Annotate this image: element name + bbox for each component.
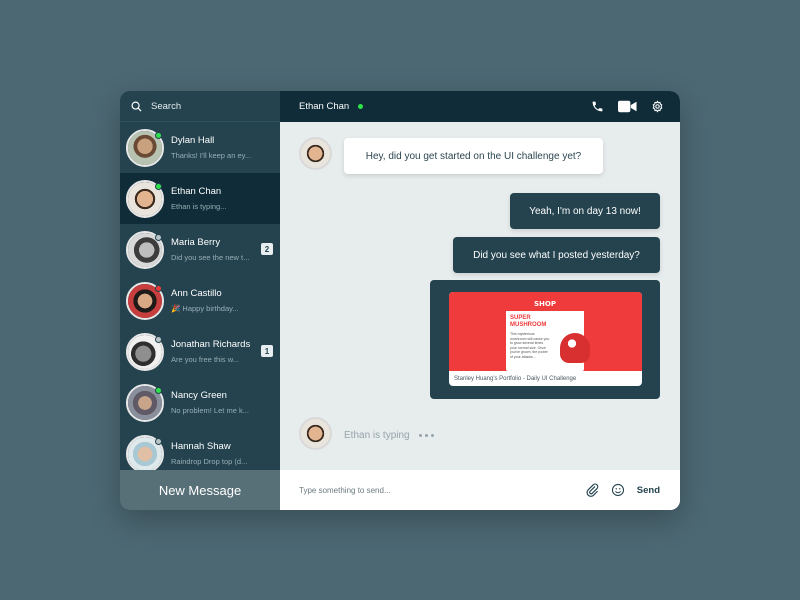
contact-preview: Are you free this w... bbox=[171, 355, 239, 364]
avatar bbox=[126, 128, 164, 167]
paperclip-icon[interactable] bbox=[585, 483, 599, 497]
new-message-button[interactable]: New Message bbox=[120, 470, 280, 510]
status-dot bbox=[155, 386, 162, 394]
contact-name: Hannah Shaw bbox=[171, 441, 231, 452]
contact-jonathan-richards[interactable]: Jonathan Richards Are you free this w...… bbox=[120, 326, 280, 377]
avatar bbox=[299, 137, 332, 170]
link-preview-caption: Stanley Huang's Portfolio - Daily UI Cha… bbox=[454, 376, 577, 382]
messenger-window: Search Dylan Hall Thanks! I'll keep an e… bbox=[120, 91, 680, 510]
typing-dots bbox=[418, 434, 434, 437]
contact-ethan-chan[interactable]: Ethan Chan Ethan is typing... bbox=[120, 173, 280, 224]
avatar bbox=[126, 179, 164, 218]
message-list: Hey, did you get started on the UI chall… bbox=[280, 122, 680, 470]
online-indicator bbox=[358, 104, 364, 109]
typing-indicator: Ethan is typing bbox=[344, 430, 434, 441]
contact-name: Ethan Chan bbox=[171, 186, 222, 197]
emoji-icon[interactable] bbox=[611, 483, 625, 497]
contact-preview: Thanks! I'll keep an ey... bbox=[171, 151, 252, 160]
contact-list: Dylan Hall Thanks! I'll keep an ey... Et… bbox=[120, 122, 280, 470]
avatar bbox=[299, 417, 332, 450]
contact-preview: Ethan is typing... bbox=[171, 202, 227, 211]
status-dot bbox=[155, 182, 162, 190]
avatar bbox=[126, 383, 164, 422]
status-dot bbox=[155, 437, 162, 445]
contact-name: Jonathan Richards bbox=[171, 339, 251, 350]
outgoing-message: Yeah, I'm on day 13 now! bbox=[510, 193, 660, 229]
avatar bbox=[126, 230, 164, 269]
contact-preview: Did you see the new t... bbox=[171, 253, 250, 262]
status-dot bbox=[155, 233, 162, 241]
incoming-message: Hey, did you get started on the UI chall… bbox=[344, 138, 603, 174]
contact-preview: No problem! Let me k... bbox=[171, 406, 249, 415]
search-icon bbox=[131, 101, 142, 112]
message-input[interactable]: Type something to send... bbox=[299, 486, 391, 495]
avatar bbox=[126, 434, 164, 470]
link-preview-image: SHOP SUPER MUSHROOM This mysterious mush… bbox=[449, 292, 642, 371]
unread-badge: 1 bbox=[261, 345, 273, 357]
contact-name: Ann Castillo bbox=[171, 288, 222, 299]
search-bar[interactable]: Search bbox=[120, 91, 280, 122]
status-dot bbox=[155, 284, 162, 292]
contact-maria-berry[interactable]: Maria Berry Did you see the new t... 2 bbox=[120, 224, 280, 275]
unread-badge: 2 bbox=[261, 243, 273, 255]
outgoing-message: Did you see what I posted yesterday? bbox=[453, 237, 660, 273]
contact-ann-castillo[interactable]: Ann Castillo 🎉 Happy birthday... bbox=[120, 275, 280, 326]
avatar bbox=[126, 332, 164, 371]
phone-icon[interactable] bbox=[591, 100, 604, 113]
status-dot bbox=[155, 335, 162, 343]
gear-icon[interactable] bbox=[651, 100, 664, 113]
link-preview-card[interactable]: SHOP SUPER MUSHROOM This mysterious mush… bbox=[449, 292, 642, 386]
chat-panel: Ethan Chan Hey, did you get started on t… bbox=[280, 91, 680, 510]
preview-logo: SHOP bbox=[506, 297, 584, 311]
contact-hannah-shaw[interactable]: Hannah Shaw Raindrop Drop top (d... bbox=[120, 428, 280, 470]
typing-label: Ethan is typing bbox=[344, 430, 410, 441]
mushroom-illustration bbox=[560, 333, 590, 363]
preview-heading: SUPER bbox=[510, 315, 531, 321]
status-dot bbox=[155, 131, 162, 139]
contact-preview: 🎉 Happy birthday... bbox=[171, 304, 239, 313]
preview-body: This mysterious mushroom will cause you … bbox=[510, 332, 550, 359]
preview-heading: MUSHROOM bbox=[510, 322, 547, 328]
contact-preview: Raindrop Drop top (d... bbox=[171, 457, 248, 466]
avatar bbox=[126, 281, 164, 320]
contact-name: Dylan Hall bbox=[171, 135, 215, 146]
chat-header: Ethan Chan bbox=[280, 91, 680, 122]
outgoing-attachment-message: SHOP SUPER MUSHROOM This mysterious mush… bbox=[430, 280, 660, 399]
contact-dylan-hall[interactable]: Dylan Hall Thanks! I'll keep an ey... bbox=[120, 122, 280, 173]
video-camera-icon[interactable] bbox=[618, 100, 637, 113]
contact-name: Nancy Green bbox=[171, 390, 227, 401]
send-button[interactable]: Send bbox=[637, 485, 660, 496]
chat-contact-name: Ethan Chan bbox=[299, 101, 350, 112]
sidebar: Search Dylan Hall Thanks! I'll keep an e… bbox=[120, 91, 280, 510]
contact-nancy-green[interactable]: Nancy Green No problem! Let me k... bbox=[120, 377, 280, 428]
message-composer: Type something to send... Send bbox=[280, 470, 680, 510]
contact-name: Maria Berry bbox=[171, 237, 221, 248]
search-label: Search bbox=[151, 100, 182, 112]
